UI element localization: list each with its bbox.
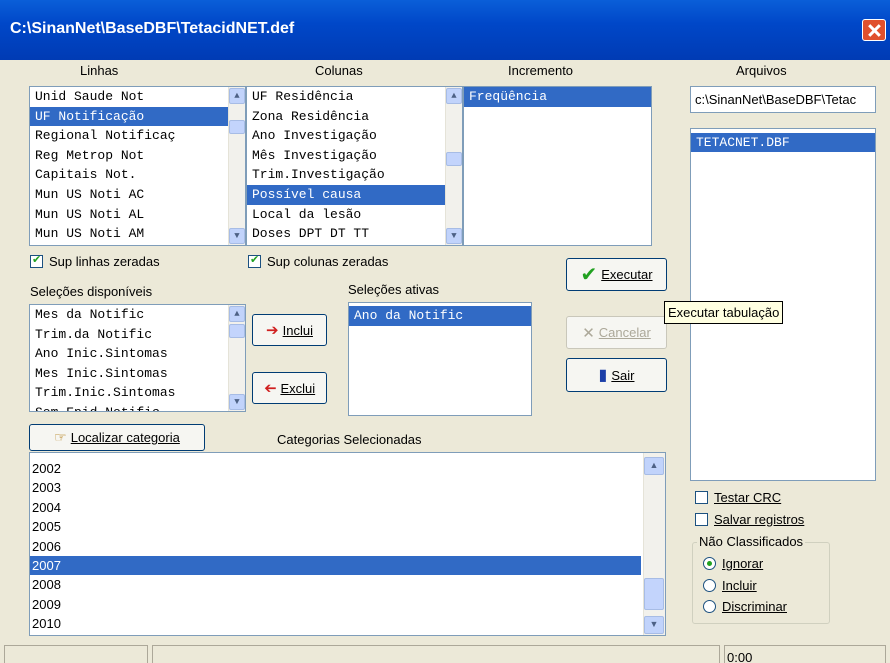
arrow-right-icon: ➔ [266, 322, 279, 339]
list-item[interactable]: 2010 [30, 614, 665, 633]
salvar-registros-checkbox[interactable]: Salvar registros [695, 512, 804, 527]
radio-icon[interactable] [703, 579, 716, 592]
list-item[interactable]: Trim.Inic.Sintomas [30, 383, 245, 403]
selecoes-ativas-list[interactable]: Ano da Notific [348, 302, 532, 416]
scroll-down-icon[interactable]: ▼ [644, 616, 664, 634]
colunas-label: Colunas [315, 63, 363, 78]
sup-linhas-label: Sup linhas zeradas [49, 254, 160, 269]
radio-icon[interactable] [703, 557, 716, 570]
status-time: 0:00 [727, 650, 753, 663]
colunas-list[interactable]: UF Residência Zona Residência Ano Invest… [246, 86, 463, 246]
close-button[interactable] [862, 19, 886, 41]
incremento-list[interactable]: Freqüência [463, 86, 652, 246]
scroll-up-icon[interactable]: ▲ [644, 457, 664, 475]
radio-incluir[interactable]: Incluir [703, 578, 757, 593]
list-item[interactable]: Mes da Notific [30, 305, 245, 325]
colunas-scrollbar[interactable]: ▲ ▼ [445, 87, 462, 245]
arquivos-path-field[interactable]: c:\SinanNet\BaseDBF\Tetac [690, 86, 876, 113]
scroll-down-icon[interactable]: ▼ [446, 228, 462, 244]
executar-button[interactable]: ✔ Executar [566, 258, 667, 291]
window-title: C:\SinanNet\BaseDBF\TetacidNET.def [10, 20, 295, 37]
list-item[interactable]: Mês Investigação [247, 146, 462, 166]
radio-discriminar[interactable]: Discriminar [703, 599, 787, 614]
scroll-thumb[interactable] [446, 152, 462, 166]
door-exit-icon: ▮ [598, 367, 608, 384]
list-item[interactable]: 2005 [30, 517, 665, 536]
list-item[interactable]: Ano da Notific [349, 306, 531, 326]
list-item[interactable]: 2007 [30, 555, 641, 576]
checkbox-icon[interactable] [695, 513, 708, 526]
sup-colunas-checkbox[interactable]: Sup colunas zeradas [248, 253, 389, 269]
status-panel [4, 645, 148, 663]
localizar-categoria-button[interactable]: ☞ Localizar categoria [29, 424, 205, 451]
scroll-down-icon[interactable]: ▼ [229, 228, 245, 244]
checkbox-icon[interactable] [695, 491, 708, 504]
list-item[interactable]: Trim.da Notific [30, 325, 245, 345]
arquivos-label: Arquivos [736, 63, 787, 78]
list-item[interactable]: Zona Residência [247, 107, 462, 127]
list-item[interactable]: Ano Inic.Sintomas [30, 344, 245, 364]
selecoes-scrollbar[interactable]: ▲ ▼ [228, 305, 245, 411]
inclui-button[interactable]: ➔ Inclui [252, 314, 327, 346]
arrow-left-icon: ➔ [263, 380, 277, 397]
list-item[interactable]: Mun US Noti AM [30, 224, 245, 244]
list-item[interactable]: 2002 [30, 459, 665, 478]
list-item[interactable]: 2008 [30, 575, 665, 594]
status-panel [152, 645, 720, 663]
list-item[interactable]: Capitais Not. [30, 165, 245, 185]
list-item[interactable]: Regional Notificaç [30, 126, 245, 146]
list-item[interactable]: Local da lesão [247, 205, 462, 225]
linhas-list[interactable]: Unid Saude Not UF Notificação Regional N… [29, 86, 246, 246]
scroll-up-icon[interactable]: ▲ [229, 88, 245, 104]
list-item[interactable]: Mun US Noti AL [30, 205, 245, 225]
list-item[interactable]: Ano Investigação [247, 126, 462, 146]
sup-colunas-label: Sup colunas zeradas [267, 254, 389, 269]
list-item[interactable]: Possível causa [247, 184, 462, 205]
incremento-label: Incremento [508, 63, 574, 78]
list-item[interactable]: Mun US Noti AC [30, 185, 245, 205]
selecoes-ativas-label: Seleções ativas [348, 282, 440, 297]
testar-crc-checkbox[interactable]: Testar CRC [695, 490, 781, 505]
sair-button[interactable]: ▮ Sair [566, 358, 667, 392]
scroll-up-icon[interactable]: ▲ [446, 88, 462, 104]
checkmark-icon: ✔ [580, 263, 598, 286]
radio-icon[interactable] [703, 600, 716, 613]
sup-linhas-checkbox[interactable]: Sup linhas zeradas [30, 253, 160, 269]
list-item[interactable]: UF Notificação [30, 106, 245, 127]
cancelar-button[interactable]: ✕ Cancelar [566, 316, 667, 349]
list-item[interactable]: Doses DPT DT TT [247, 224, 462, 244]
radio-ignorar[interactable]: Ignorar [703, 556, 763, 571]
scroll-thumb[interactable] [229, 120, 245, 134]
checkbox-icon[interactable] [248, 253, 261, 268]
linhas-label: Linhas [80, 63, 119, 78]
checkbox-icon[interactable] [30, 253, 43, 268]
list-item[interactable]: 2009 [30, 595, 665, 614]
linhas-scrollbar[interactable]: ▲ ▼ [228, 87, 245, 245]
categorias-label: Categorias Selecionadas [277, 432, 422, 447]
selecoes-disponiveis-list[interactable]: Mes da Notific Trim.da Notific Ano Inic.… [29, 304, 246, 412]
categorias-list[interactable]: 2002 2003 2004 2005 2006 2007 2008 2009 … [29, 452, 666, 636]
scroll-thumb[interactable] [229, 324, 245, 338]
tooltip: Executar tabulação [664, 301, 784, 324]
list-item[interactable]: TETACNET.DBF [691, 133, 875, 152]
scroll-up-icon[interactable]: ▲ [229, 306, 245, 322]
list-item[interactable]: Trim.Investigação [247, 165, 462, 185]
list-item[interactable]: 2006 [30, 537, 665, 556]
list-item[interactable]: UF Residência [247, 87, 462, 107]
scroll-thumb[interactable] [644, 578, 664, 610]
list-item[interactable]: Reg Metrop Not [30, 146, 245, 166]
categorias-scrollbar[interactable]: ▲ ▼ [643, 453, 665, 635]
pointing-hand-icon: ☞ [54, 429, 67, 445]
scroll-down-icon[interactable]: ▼ [229, 394, 245, 410]
list-item[interactable]: Mes Inic.Sintomas [30, 364, 245, 384]
list-item[interactable]: Sem.Epid.Notific [30, 403, 245, 411]
selecoes-disponiveis-label: Seleções disponíveis [30, 284, 153, 299]
list-item[interactable]: 2004 [30, 498, 665, 517]
nao-classificados-label: Não Classificados [697, 534, 806, 549]
cancel-icon: ✕ [582, 324, 595, 342]
list-item[interactable]: Unid Saude Not [30, 87, 245, 107]
list-item[interactable]: 2003 [30, 478, 665, 497]
exclui-button[interactable]: ➔ Exclui [252, 372, 327, 404]
list-item[interactable]: Freqüência [464, 87, 651, 107]
